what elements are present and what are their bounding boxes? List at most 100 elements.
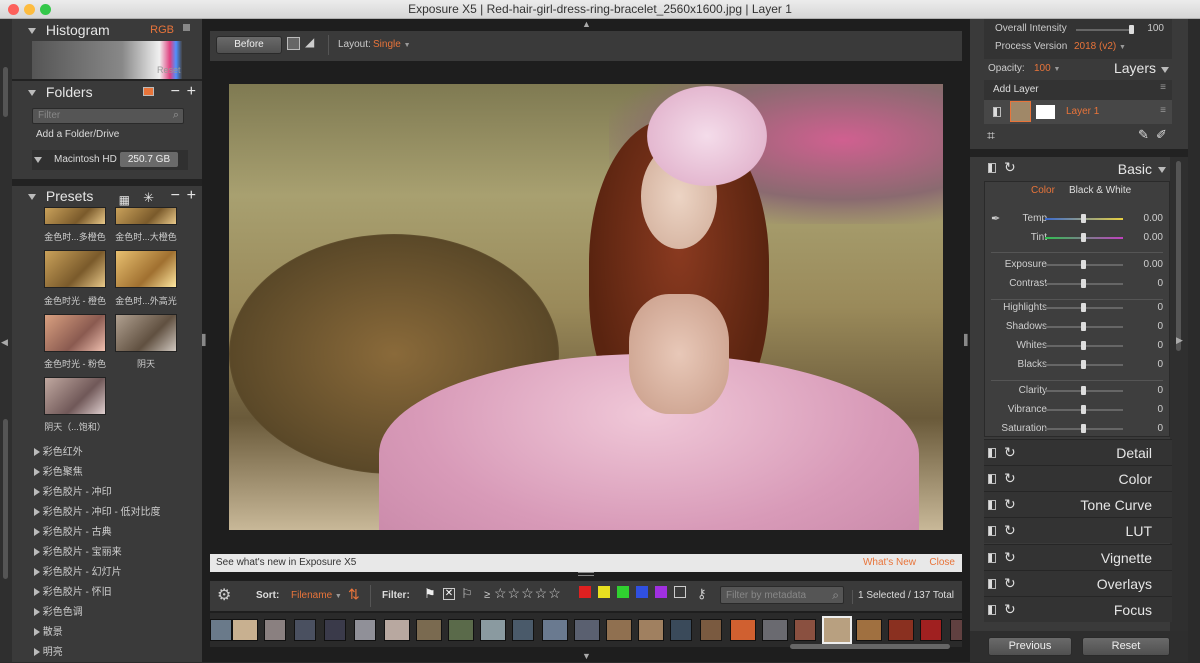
color-label-blue[interactable] xyxy=(636,586,648,598)
sort-dropdown[interactable]: Filename ▼ xyxy=(291,590,342,601)
filmstrip-thumbnail[interactable] xyxy=(264,619,286,641)
scrollbar-thumb[interactable] xyxy=(3,419,8,579)
add-preset-icon[interactable]: + xyxy=(187,185,196,207)
presets-header[interactable]: Presets ▦ ✳ − + xyxy=(12,185,202,207)
toggle-visibility-icon[interactable] xyxy=(988,163,996,173)
opacity-dropdown[interactable]: 100 ▼ xyxy=(1034,63,1060,74)
filmstrip-thumbnail[interactable] xyxy=(670,619,692,641)
collapse-right-icon[interactable]: ▶ xyxy=(1176,335,1183,346)
scrollbar-thumb[interactable] xyxy=(1176,161,1181,351)
slider-track[interactable] xyxy=(1045,260,1123,269)
gear-icon[interactable]: ⚙ xyxy=(217,585,231,605)
menu-square-icon[interactable] xyxy=(183,24,190,31)
filmstrip-thumbnail[interactable] xyxy=(232,619,258,641)
menu-lines-icon[interactable]: ≡ xyxy=(1160,105,1166,116)
reset-refresh-icon[interactable]: ↻ xyxy=(1004,444,1016,461)
tab-color[interactable]: Color xyxy=(1031,185,1055,196)
unflag-icon[interactable]: ⚐ xyxy=(461,586,473,602)
reset-refresh-icon[interactable]: ↻ xyxy=(1004,496,1016,513)
slider-knob[interactable] xyxy=(1129,25,1134,34)
slider-knob[interactable] xyxy=(1081,260,1086,269)
vignette-section[interactable]: ↻ Vignette xyxy=(984,544,1172,570)
scrollbar-thumb[interactable] xyxy=(3,67,8,117)
add-folder-link[interactable]: Add a Folder/Drive xyxy=(36,129,119,140)
overlays-section[interactable]: ↻ Overlays xyxy=(984,570,1172,596)
chevron-down-icon[interactable] xyxy=(28,28,36,35)
new-folder-icon[interactable] xyxy=(143,87,154,96)
slider-knob[interactable] xyxy=(1081,405,1086,414)
collapse-top-icon[interactable]: ▲ xyxy=(582,19,591,29)
slider-knob[interactable] xyxy=(1081,341,1086,350)
crop-icon[interactable]: ⌗ xyxy=(987,127,995,144)
collapse-bottom-icon[interactable]: ▼ xyxy=(582,651,591,661)
filmstrip-thumbnail[interactable] xyxy=(384,619,410,641)
slider-track[interactable] xyxy=(1045,405,1123,414)
folder-filter-input[interactable]: Filter ⌕ xyxy=(32,108,184,124)
preset-group[interactable]: 彩色聚焦 xyxy=(34,463,83,483)
slider-track[interactable] xyxy=(1045,233,1123,242)
preset-thumbnail[interactable] xyxy=(115,207,177,225)
chevron-down-icon[interactable] xyxy=(28,90,36,97)
slider-track[interactable] xyxy=(1045,279,1123,288)
preset-group[interactable]: 彩色胶片 - 冲印 xyxy=(34,483,112,503)
chevron-down-icon[interactable] xyxy=(1158,167,1166,173)
filmstrip-thumbnail[interactable] xyxy=(606,619,632,641)
slider-knob[interactable] xyxy=(1081,303,1086,312)
histogram-reset[interactable]: Reset xyxy=(157,65,181,75)
slider-track[interactable] xyxy=(1045,322,1123,331)
reset-refresh-icon[interactable]: ↻ xyxy=(1004,549,1016,566)
metadata-key-icon[interactable]: ⚷ xyxy=(697,586,707,602)
collapse-left-icon[interactable]: ◀ xyxy=(1,337,8,348)
reset-refresh-icon[interactable]: ↻ xyxy=(1004,522,1016,539)
preset-group[interactable]: 彩色胶片 - 怀旧 xyxy=(34,583,112,603)
before-button[interactable]: Before xyxy=(216,36,282,54)
toggle-visibility-icon[interactable] xyxy=(988,605,996,615)
filmstrip-thumbnail[interactable] xyxy=(512,619,534,641)
slider-track[interactable] xyxy=(1045,386,1123,395)
chevron-down-icon[interactable] xyxy=(34,157,42,163)
preset-thumbnail[interactable] xyxy=(44,250,106,288)
layer-visibility-icon[interactable] xyxy=(993,107,1001,117)
filmstrip-thumbnail[interactable] xyxy=(762,619,788,641)
preset-group[interactable]: 彩色胶片 - 幻灯片 xyxy=(34,563,122,583)
rating-ge[interactable]: ≥ xyxy=(484,589,490,601)
collapse-all-icon[interactable]: ✳ xyxy=(143,187,154,209)
filmstrip-thumbnail[interactable] xyxy=(542,619,568,641)
brush-icon[interactable]: ✐ xyxy=(1156,127,1167,143)
filmstrip-thumbnail[interactable] xyxy=(794,619,816,641)
preset-thumbnail[interactable] xyxy=(115,314,177,352)
right-scroll-strip[interactable]: ▶ xyxy=(1170,157,1188,662)
preset-group[interactable]: 明亮 xyxy=(34,643,63,663)
sort-order-icon[interactable]: ⇅ xyxy=(348,586,360,603)
slider-knob[interactable] xyxy=(1081,214,1086,223)
drive-row[interactable]: Macintosh HD 250.7 GB xyxy=(32,150,188,170)
add-folder-icon[interactable]: + xyxy=(187,81,196,103)
preset-thumbnail[interactable] xyxy=(44,314,106,352)
filmstrip-thumbnail[interactable] xyxy=(294,619,316,641)
process-dropdown[interactable]: 2018 (v2) ▼ xyxy=(1074,41,1126,52)
color-label-none[interactable] xyxy=(674,586,686,598)
filmstrip-thumbnail[interactable] xyxy=(700,619,722,641)
filmstrip-resize-handle[interactable] xyxy=(578,572,594,576)
color-label-green[interactable] xyxy=(617,586,629,598)
previous-button[interactable]: Previous xyxy=(988,637,1072,656)
chevron-down-icon[interactable] xyxy=(28,194,36,201)
close-window-icon[interactable] xyxy=(8,4,19,15)
metadata-filter-input[interactable]: Filter by metadata ⌕ xyxy=(720,586,844,604)
preset-group[interactable]: 彩色色调 xyxy=(34,603,83,623)
folders-header[interactable]: Folders − + xyxy=(12,81,202,103)
filmstrip-thumbnail[interactable] xyxy=(210,619,232,641)
toggle-visibility-icon[interactable] xyxy=(988,474,996,484)
filmstrip-thumbnail[interactable] xyxy=(638,619,664,641)
toggle-visibility-icon[interactable] xyxy=(988,500,996,510)
star-rating-icon[interactable]: ☆☆☆☆☆ xyxy=(494,585,562,602)
minimize-window-icon[interactable] xyxy=(24,4,35,15)
color-label-red[interactable] xyxy=(579,586,591,598)
filmstrip-thumbnail-selected[interactable] xyxy=(822,616,852,644)
menu-lines-icon[interactable]: ≡ xyxy=(1160,82,1166,93)
slider-knob[interactable] xyxy=(1081,386,1086,395)
slider-knob[interactable] xyxy=(1081,279,1086,288)
layer-row[interactable]: Layer 1 ≡ xyxy=(984,100,1172,124)
left-pane-handle[interactable]: ▌ xyxy=(202,335,209,346)
lut-section[interactable]: ↻ LUT xyxy=(984,517,1172,543)
